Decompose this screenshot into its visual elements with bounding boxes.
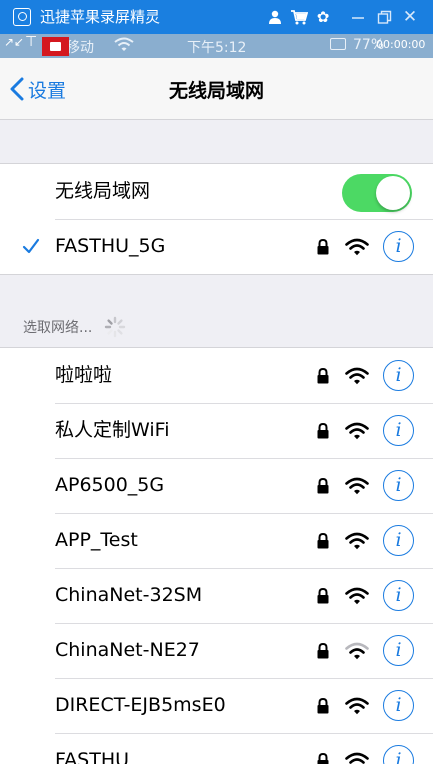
info-button[interactable]: i xyxy=(383,231,414,262)
wifi-signal-icon xyxy=(345,367,369,385)
wifi-signal-icon xyxy=(345,238,369,256)
page-title: 无线局域网 xyxy=(168,80,264,102)
restore-icon[interactable] xyxy=(376,8,392,26)
connected-network-row[interactable]: FASTHU_5G i xyxy=(0,219,433,274)
network-name: ChinaNet-NE27 xyxy=(55,639,200,661)
connected-network-name: FASTHU_5G xyxy=(55,235,166,257)
lock-icon xyxy=(317,368,329,384)
wifi-signal-icon xyxy=(345,422,369,440)
lock-icon xyxy=(317,478,329,494)
lock-icon xyxy=(317,533,329,549)
gear-icon[interactable]: ✿ xyxy=(314,8,332,26)
network-name: APP_Test xyxy=(55,529,138,551)
network-list: 啦啦啦 i 私人定制WiFi i AP6500_5G i APP_Test i … xyxy=(0,347,433,764)
recording-timer: 00:00:00 xyxy=(376,38,426,51)
wifi-signal-icon xyxy=(345,642,369,660)
choose-network-label: 选取网络... xyxy=(23,320,93,336)
lock-icon xyxy=(317,239,329,255)
lock-icon xyxy=(317,643,329,659)
lock-icon xyxy=(317,588,329,604)
recorder-tools: ↗↙ ⊤ xyxy=(0,34,76,58)
status-wifi-icon xyxy=(114,37,134,55)
network-name: FASTHU xyxy=(55,749,130,764)
lock-icon xyxy=(317,698,329,714)
minimize-icon[interactable] xyxy=(350,8,366,26)
network-row[interactable]: 啦啦啦 i xyxy=(0,348,433,403)
network-name: AP6500_5G xyxy=(55,474,165,496)
pin-icon[interactable]: ⊤ xyxy=(25,34,37,50)
toggle-knob xyxy=(376,176,410,210)
checkmark-icon xyxy=(22,238,40,254)
lock-icon xyxy=(317,423,329,439)
network-row[interactable]: ChinaNet-NE27 i xyxy=(0,623,433,678)
info-button[interactable]: i xyxy=(383,580,414,611)
status-time: 下午5:12 xyxy=(187,40,247,56)
record-icon[interactable] xyxy=(42,37,69,56)
recorder-title-bar: 迅捷苹果录屏精灵 ✿ ✕ xyxy=(0,0,433,34)
network-row[interactable]: ChinaNet-32SM i xyxy=(0,568,433,623)
wlan-toggle[interactable] xyxy=(342,174,412,212)
wifi-signal-icon xyxy=(345,477,369,495)
network-name: DIRECT-EJB5msE0 xyxy=(55,694,226,716)
info-button[interactable]: i xyxy=(383,360,414,391)
network-row[interactable]: 私人定制WiFi i xyxy=(0,403,433,458)
lock-icon xyxy=(317,753,329,764)
network-name: 私人定制WiFi xyxy=(55,419,170,441)
recorder-logo-icon xyxy=(13,8,31,26)
cart-icon[interactable] xyxy=(290,8,308,26)
shrink-icon[interactable]: ↗↙ xyxy=(4,35,24,49)
navigation-bar: 设置 无线局域网 xyxy=(0,58,433,120)
close-icon[interactable]: ✕ xyxy=(401,8,419,26)
section-header: 选取网络... xyxy=(23,316,126,338)
info-button[interactable]: i xyxy=(383,745,414,764)
info-button[interactable]: i xyxy=(383,525,414,556)
wifi-signal-icon xyxy=(345,532,369,550)
info-button[interactable]: i xyxy=(383,690,414,721)
wifi-signal-icon xyxy=(345,587,369,605)
info-button[interactable]: i xyxy=(383,415,414,446)
info-button[interactable]: i xyxy=(383,635,414,666)
user-icon[interactable] xyxy=(267,8,283,26)
wlan-group: 无线局域网 FASTHU_5G i xyxy=(0,163,433,275)
battery-icon xyxy=(330,38,346,50)
info-button[interactable]: i xyxy=(383,470,414,501)
network-name: ChinaNet-32SM xyxy=(55,584,203,606)
network-row[interactable]: APP_Test i xyxy=(0,513,433,568)
network-name: 啦啦啦 xyxy=(55,364,113,386)
loading-spinner-icon xyxy=(105,316,126,338)
network-row[interactable]: FASTHU i xyxy=(0,733,433,764)
wlan-toggle-label: 无线局域网 xyxy=(55,180,151,202)
wifi-signal-icon xyxy=(345,697,369,715)
wlan-toggle-row: 无线局域网 xyxy=(0,164,433,219)
recorder-title: 迅捷苹果录屏精灵 xyxy=(40,8,161,26)
wifi-signal-icon xyxy=(345,752,369,764)
network-row[interactable]: DIRECT-EJB5msE0 i xyxy=(0,678,433,733)
network-row[interactable]: AP6500_5G i xyxy=(0,458,433,513)
